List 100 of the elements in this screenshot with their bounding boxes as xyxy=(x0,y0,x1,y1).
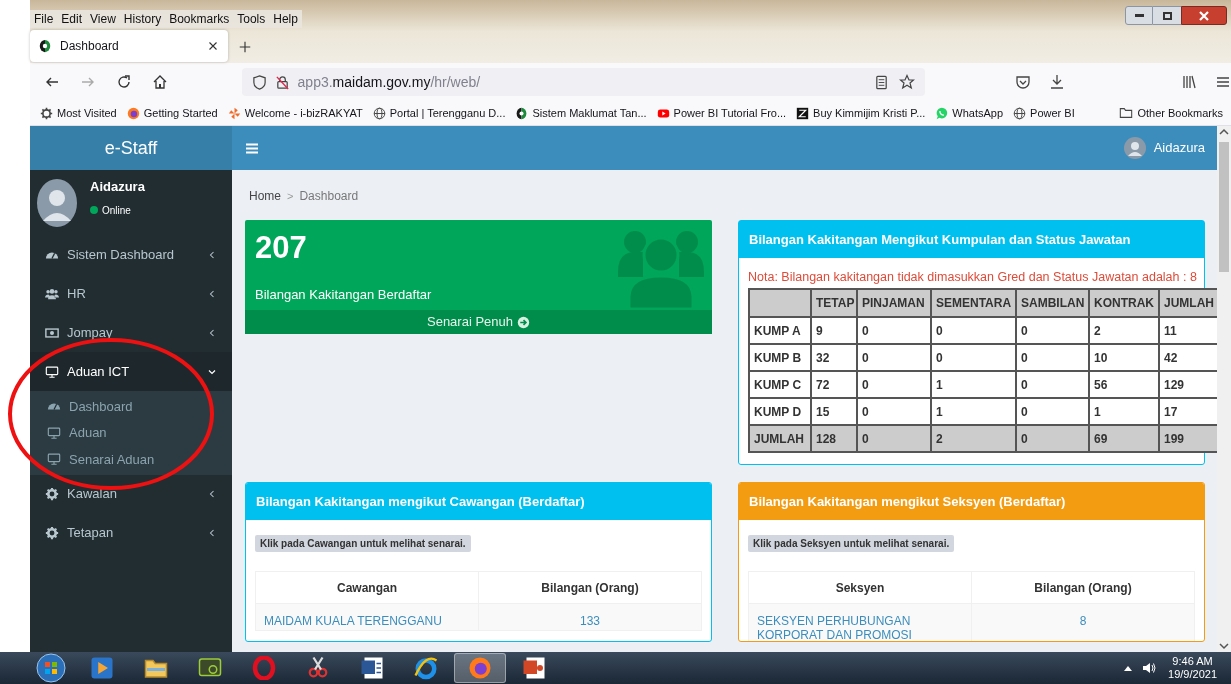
bookmark-item[interactable]: Welcome - i-bizRAKYAT xyxy=(227,104,363,122)
submenu-item[interactable]: Aduan xyxy=(30,419,232,446)
monitor-icon xyxy=(47,425,61,440)
stat-value: 207 xyxy=(255,229,308,267)
address-field[interactable]: app3.maidam.gov.my/hr/web/ xyxy=(241,68,925,96)
row-header: JUMLAH xyxy=(749,425,811,452)
panel-title: Bilangan Kakitangan mengikut Seksyen (Berdaftar) xyxy=(749,492,1066,511)
pocket-icon[interactable] xyxy=(1015,74,1031,90)
slides-icon xyxy=(522,656,546,680)
minimize-button[interactable] xyxy=(1125,6,1153,25)
arrow-circle-icon xyxy=(517,315,530,329)
url-text: app3.maidam.gov.my/hr/web/ xyxy=(297,72,481,92)
bookmark-item[interactable]: Other Bookmarks xyxy=(1137,104,1223,122)
menu-item[interactable]: History xyxy=(123,9,162,28)
bookmark-item[interactable]: Power BI Tutorial Fro... xyxy=(656,104,787,122)
hint-label: Klik pada Cawangan untuk melihat senarai. xyxy=(255,535,471,552)
play-icon xyxy=(656,106,670,120)
bookmark-item[interactable]: WhatsApp xyxy=(935,104,1004,122)
plus-icon[interactable] xyxy=(238,40,252,54)
clock-time[interactable]: 9:46 AM xyxy=(1172,655,1213,668)
restore-button[interactable] xyxy=(1153,6,1181,25)
bookmark-item[interactable]: Most Visited xyxy=(40,104,117,122)
sidebar-item[interactable]: HR xyxy=(30,274,232,313)
stat-label: Bilangan Kakitangan Berdaftar xyxy=(255,286,433,304)
menu-item[interactable]: Edit xyxy=(61,9,83,28)
crest-icon xyxy=(515,106,529,120)
speaker-icon[interactable] xyxy=(1142,662,1157,674)
menu-item[interactable]: File xyxy=(34,9,54,28)
crest-icon xyxy=(38,39,52,53)
gear-icon xyxy=(45,526,59,540)
star-icon[interactable] xyxy=(899,74,915,90)
column-header: Bilangan (Orang) xyxy=(971,571,1195,604)
column-header: Seksyen xyxy=(748,571,972,604)
download-icon[interactable] xyxy=(1049,74,1065,90)
panel-title: Bilangan Kakitangan Mengikut Kumpulan dan Status Jawatan xyxy=(749,230,1131,249)
sidebar-item[interactable]: Sistem Dashboard xyxy=(30,235,232,274)
home-icon[interactable] xyxy=(152,74,168,90)
table-cell: 0 xyxy=(857,425,931,452)
menu-item[interactable]: Help xyxy=(273,9,298,28)
app-title: e-Staff xyxy=(104,136,158,160)
users-icon xyxy=(45,286,59,301)
scissors-icon xyxy=(306,656,330,680)
table-cell: 69 xyxy=(1089,425,1159,452)
breadcrumb-item: Dashboard xyxy=(299,188,359,205)
breadcrumb-separator: > xyxy=(287,188,294,204)
up-arrow-icon[interactable] xyxy=(1124,665,1133,671)
gear-icon xyxy=(40,106,53,120)
lock-icon[interactable] xyxy=(274,74,290,90)
scroll-thumb[interactable] xyxy=(1219,142,1229,272)
menu-icon[interactable] xyxy=(1215,74,1231,90)
user-name[interactable]: Aidazura xyxy=(1153,138,1205,158)
banknote-icon xyxy=(45,325,59,340)
library-icon[interactable] xyxy=(1181,74,1197,90)
clock-date[interactable]: 19/9/2021 xyxy=(1168,668,1217,681)
menu-item[interactable]: View xyxy=(90,9,116,28)
pinwheel-icon xyxy=(227,106,241,120)
bookmark-item[interactable]: Portal | Terengganu D... xyxy=(372,104,506,122)
globe-icon xyxy=(372,106,386,120)
column-header: Cawangan xyxy=(255,571,479,604)
table-cell[interactable]: SEKSYEN PERHUBUNGAN KORPORAT DAN PROMOSI xyxy=(748,603,972,641)
browser-tab[interactable]: Dashboard xyxy=(30,30,228,62)
monitor-icon xyxy=(45,364,59,379)
sidebar-item[interactable]: Tetapan xyxy=(30,513,232,553)
bookmark-item[interactable]: Getting Started xyxy=(126,104,218,122)
menu-item[interactable]: Bookmarks xyxy=(169,9,230,28)
table-cell[interactable]: 133 xyxy=(478,603,702,631)
avatar-icon xyxy=(37,178,77,227)
menu-icon[interactable] xyxy=(246,142,258,154)
shield-icon[interactable] xyxy=(251,74,267,90)
user-name: Aidazura xyxy=(90,178,145,197)
square-logo-icon xyxy=(796,106,810,120)
table-cell[interactable]: MAIDAM KUALA TERENGGANU xyxy=(255,603,479,631)
bookmark-item[interactable]: Buy Kimmijim Kristi P... xyxy=(796,104,926,122)
note-text: Nota: Bilangan kakitangan tidak dimasukkan Gred dan Status Jawatan adalah : 8 xyxy=(748,269,1198,286)
chat-bubble-icon xyxy=(935,106,949,120)
close-button[interactable] xyxy=(1181,6,1227,25)
sidebar-item[interactable]: Aduan ICT xyxy=(30,352,232,391)
menu-item[interactable]: Tools xyxy=(237,9,266,28)
submenu-item[interactable]: Dashboard xyxy=(30,393,232,420)
reload-icon[interactable] xyxy=(116,74,132,90)
breadcrumb-item[interactable]: Home xyxy=(249,187,281,205)
monitor-icon xyxy=(47,452,61,467)
ring-logo-icon xyxy=(414,656,438,680)
bookmark-item[interactable]: Sistem Maklumat Tan... xyxy=(515,104,647,122)
avatar-icon[interactable] xyxy=(1123,137,1146,159)
user-status: Online xyxy=(102,203,131,218)
ring-icon xyxy=(252,656,276,680)
bookmark-item[interactable]: Power BI xyxy=(1013,104,1075,122)
sidebar-item[interactable]: Kawalan xyxy=(30,474,232,514)
gear-icon xyxy=(45,487,59,501)
reader-icon[interactable] xyxy=(874,74,889,90)
start-orb-icon[interactable] xyxy=(36,653,66,683)
browser-logo-icon xyxy=(126,106,140,120)
submenu-item[interactable]: Senarai Aduan xyxy=(30,446,232,473)
globe-icon xyxy=(1013,106,1027,120)
column-header: Bilangan (Orang) xyxy=(478,571,702,604)
sidebar-item[interactable]: Jompay xyxy=(30,313,232,352)
scrollbar[interactable] xyxy=(1217,126,1231,652)
play-icon xyxy=(90,656,114,680)
hint-label: Klik pada Seksyen untuk melihat senarai. xyxy=(748,535,955,552)
